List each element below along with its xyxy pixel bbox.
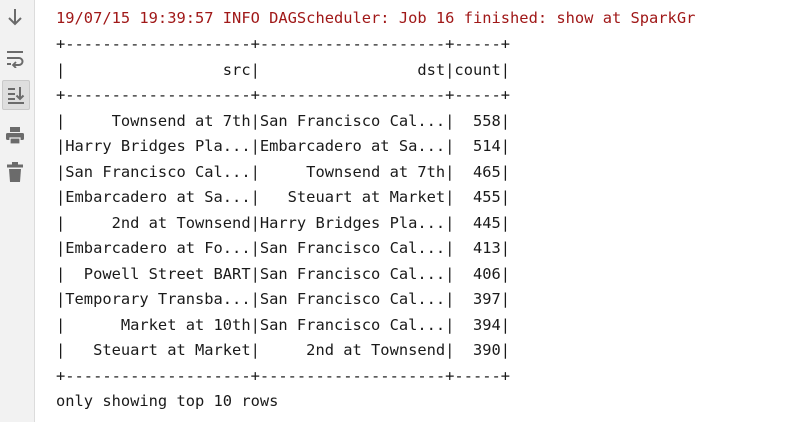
table-header: | src| dst|count|: [56, 61, 511, 79]
table-border-bottom: +--------------------+------------------…: [56, 367, 511, 385]
soft-wrap-button[interactable]: [2, 45, 28, 71]
scroll-down-button[interactable]: [2, 4, 28, 30]
table-row: |San Francisco Cal...| Townsend at 7th| …: [56, 163, 511, 181]
console-toolbar: [0, 0, 35, 422]
table-row: | Market at 10th|San Francisco Cal...| 3…: [56, 316, 511, 334]
table-row: | 2nd at Townsend|Harry Bridges Pla...| …: [56, 214, 511, 232]
table-row: |Embarcadero at Fo...|San Francisco Cal.…: [56, 239, 511, 257]
table-row: |Harry Bridges Pla...|Embarcadero at Sa.…: [56, 137, 511, 155]
log-line: 19/07/15 19:39:57 INFO DAGScheduler: Job…: [56, 9, 696, 27]
console-output[interactable]: 19/07/15 19:39:57 INFO DAGScheduler: Job…: [56, 0, 807, 422]
table-row: |Temporary Transba...|San Francisco Cal.…: [56, 290, 511, 308]
table-row: | Townsend at 7th|San Francisco Cal...| …: [56, 112, 511, 130]
table-border-mid: +--------------------+------------------…: [56, 86, 511, 104]
clear-all-button[interactable]: [2, 159, 28, 185]
print-icon: [6, 127, 24, 145]
table-row: | Steuart at Market| 2nd at Townsend| 39…: [56, 341, 511, 359]
table-row: | Powell Street BART|San Francisco Cal..…: [56, 265, 511, 283]
print-button[interactable]: [2, 122, 28, 148]
footer-text: only showing top 10 rows: [56, 392, 279, 410]
arrow-down-icon: [8, 9, 22, 26]
scroll-to-end-button[interactable]: [2, 80, 30, 110]
trash-icon: [7, 162, 23, 182]
scroll-to-end-icon: [8, 87, 25, 104]
table-row: |Embarcadero at Sa...| Steuart at Market…: [56, 188, 511, 206]
table-border-top: +--------------------+------------------…: [56, 35, 511, 53]
soft-wrap-icon: [7, 51, 24, 68]
